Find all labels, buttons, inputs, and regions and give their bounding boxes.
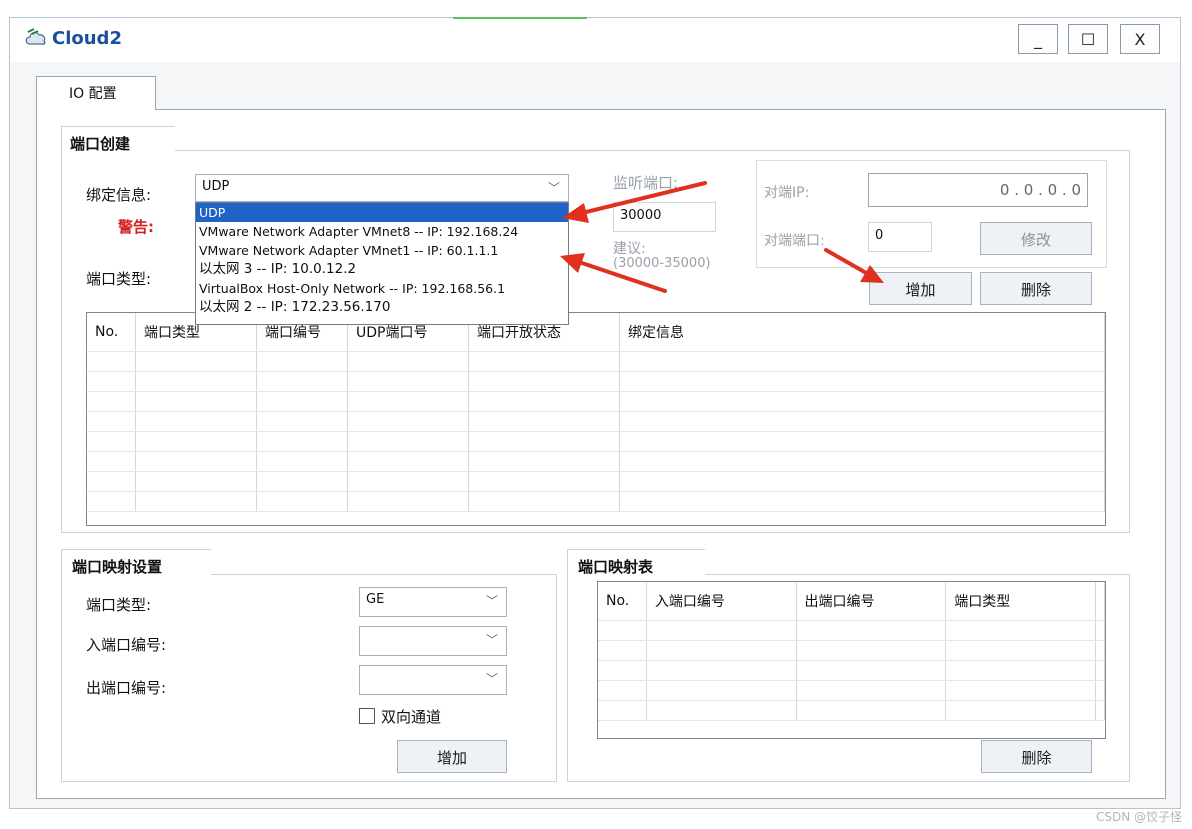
- watermark: CSDN @饺子怪: [1095, 810, 1182, 824]
- arrow-head-icon: [560, 253, 585, 273]
- arrow-to-add-button: [824, 248, 870, 276]
- arrow-to-udp-option: [580, 181, 707, 215]
- arrow-head-icon: [562, 203, 589, 223]
- annotation-arrows: [560, 181, 884, 293]
- arrow-to-vmnet1-option: [577, 260, 667, 293]
- arrow-head-icon: [860, 265, 884, 283]
